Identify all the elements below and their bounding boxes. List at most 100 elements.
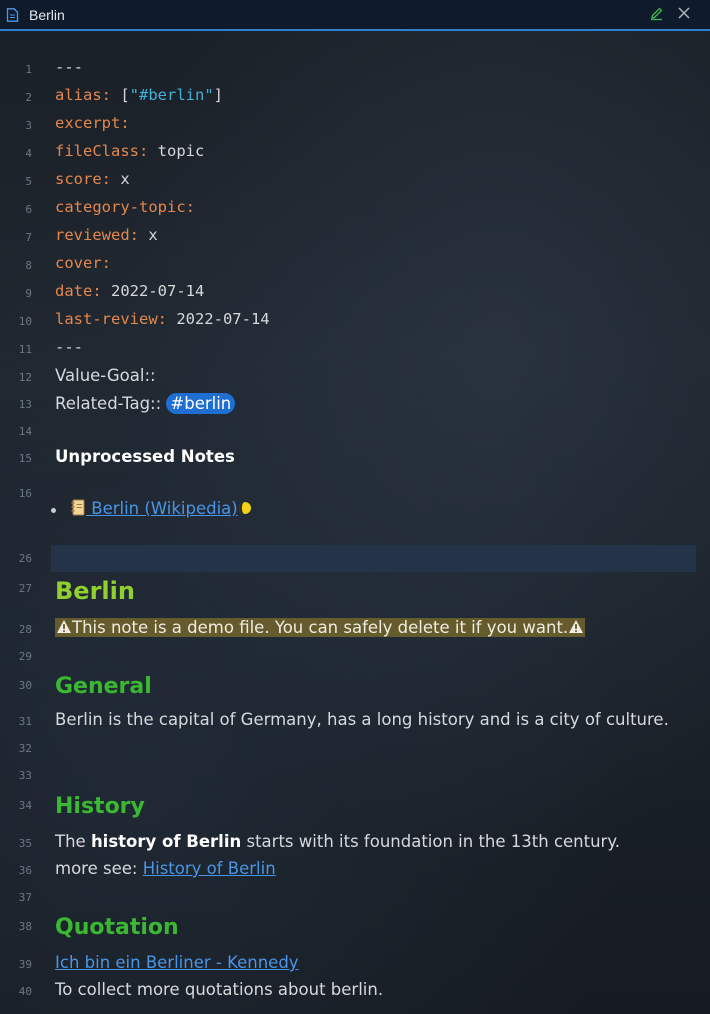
active-line-highlight [51, 545, 696, 572]
heading-quotation: Quotation [55, 915, 179, 940]
quote-collect-text[interactable]: To collect more quotations about berlin. [55, 980, 383, 999]
frontmatter-score[interactable]: score: x [55, 170, 130, 188]
value-goal-label: Value-Goal:: [55, 366, 156, 385]
line-number: 40 [18, 985, 32, 998]
line-number: 26 [18, 552, 32, 565]
line-number: 9 [25, 287, 32, 300]
cover-key: cover: [55, 254, 111, 272]
line-number: 37 [18, 891, 32, 904]
general-text[interactable]: Berlin is the capital of Germany, has a … [55, 710, 669, 729]
category-key: category-topic: [55, 198, 195, 216]
heading-general: General [55, 674, 152, 699]
more-see-line[interactable]: more see: History of Berlin [55, 859, 276, 878]
alias-key: alias: [55, 86, 111, 104]
line-number: 12 [18, 371, 32, 384]
history-suffix: starts with its foundation in the 13th c… [241, 832, 620, 851]
frontmatter-delimiter: --- [55, 58, 83, 76]
related-tag-field[interactable]: Related-Tag:: #berlin [55, 393, 236, 414]
warning-icon [57, 620, 71, 633]
more-see-label: more see: [55, 859, 143, 878]
line-number: 11 [18, 343, 32, 356]
frontmatter-reviewed[interactable]: reviewed: x [55, 226, 158, 244]
line-number: 4 [25, 147, 32, 160]
line-number: 27 [18, 582, 32, 595]
line-number: 3 [25, 119, 32, 132]
wikipedia-link[interactable]: Berlin (Wikipedia) [86, 499, 237, 518]
line-number: 1 [25, 63, 32, 76]
demo-note-highlight: This note is a demo file. You can safely… [55, 618, 586, 637]
fileclass-key: fileClass: [55, 142, 149, 160]
date-value: 2022-07-14 [101, 282, 205, 300]
date-key: date: [55, 282, 102, 300]
edit-button[interactable] [648, 5, 664, 21]
line-number: 38 [18, 920, 32, 933]
line-number: 39 [18, 958, 32, 971]
demo-note-line[interactable]: This note is a demo file. You can safely… [55, 618, 586, 637]
line-number: 30 [18, 679, 32, 692]
line-number: 5 [25, 175, 32, 188]
frontmatter-date[interactable]: date: 2022-07-14 [55, 282, 204, 300]
unprocessed-notes-heading: Unprocessed Notes [55, 447, 235, 466]
line-number: 34 [18, 799, 32, 812]
frontmatter-fileclass[interactable]: fileClass: topic [55, 142, 204, 160]
line-number: 35 [18, 837, 32, 850]
line-number: 10 [18, 315, 32, 328]
quote-line[interactable]: Ich bin ein Berliner - Kennedy [55, 953, 299, 972]
pencil-icon [650, 7, 662, 20]
alias-value: "#berlin" [129, 86, 214, 104]
demo-note-text: This note is a demo file. You can safely… [72, 618, 569, 637]
frontmatter-start[interactable]: --- [55, 58, 83, 76]
heading-history: History [55, 794, 145, 819]
list-bullet [51, 508, 56, 513]
history-prefix: The [55, 832, 91, 851]
line-number: 7 [25, 231, 32, 244]
tab-header: Berlin [0, 0, 710, 31]
line-number: 16 [18, 487, 32, 500]
document-icon [6, 7, 19, 22]
line-number: 2 [25, 91, 32, 104]
line-number: 6 [25, 203, 32, 216]
line-number: 36 [18, 864, 32, 877]
frontmatter-end[interactable]: --- [55, 338, 83, 356]
frontmatter-excerpt[interactable]: excerpt: [55, 114, 130, 132]
heading-berlin: Berlin [55, 577, 135, 605]
close-button[interactable] [676, 5, 692, 21]
history-text[interactable]: The history of Berlin starts with its fo… [55, 832, 620, 851]
history-of-berlin-link[interactable]: History of Berlin [143, 859, 276, 878]
alias-close: ] [213, 86, 224, 104]
line-number: 31 [18, 715, 32, 728]
line-number: 32 [18, 742, 32, 755]
reviewed-value: x [139, 226, 158, 244]
related-tag-label: Related-Tag:: [55, 394, 167, 413]
fileclass-value: topic [148, 142, 205, 160]
score-key: score: [55, 170, 111, 188]
line-number: 14 [18, 425, 32, 438]
close-icon [678, 7, 690, 19]
excerpt-key: excerpt: [55, 114, 130, 132]
tab-title[interactable]: Berlin [29, 7, 65, 23]
reviewed-key: reviewed: [55, 226, 139, 244]
frontmatter-category[interactable]: category-topic: [55, 198, 195, 216]
frontmatter-delimiter: --- [55, 338, 83, 356]
line-number: 28 [18, 623, 32, 636]
line-number: 29 [18, 650, 32, 663]
frontmatter-alias[interactable]: alias: ["#berlin"] [55, 86, 223, 104]
notebook-icon [71, 499, 85, 516]
line-number: 13 [18, 398, 32, 411]
line-number: 15 [18, 452, 32, 465]
last-review-key: last-review: [55, 310, 167, 328]
frontmatter-last-review[interactable]: last-review: 2022-07-14 [55, 310, 270, 328]
line-number: 8 [25, 259, 32, 272]
warning-icon [569, 620, 584, 633]
half-moon-icon [238, 502, 251, 514]
alias-open: [ [111, 86, 130, 104]
line-number: 33 [18, 769, 32, 782]
value-goal-field[interactable]: Value-Goal:: [55, 366, 156, 385]
score-value: x [111, 170, 130, 188]
frontmatter-cover[interactable]: cover: [55, 254, 111, 272]
history-bold: history of Berlin [90, 832, 242, 851]
tag-pill[interactable]: #berlin [166, 393, 236, 414]
wikipedia-list-item[interactable]: Berlin (Wikipedia) [70, 499, 252, 518]
last-review-value: 2022-07-14 [166, 310, 270, 328]
kennedy-quote-link[interactable]: Ich bin ein Berliner - Kennedy [55, 953, 299, 972]
